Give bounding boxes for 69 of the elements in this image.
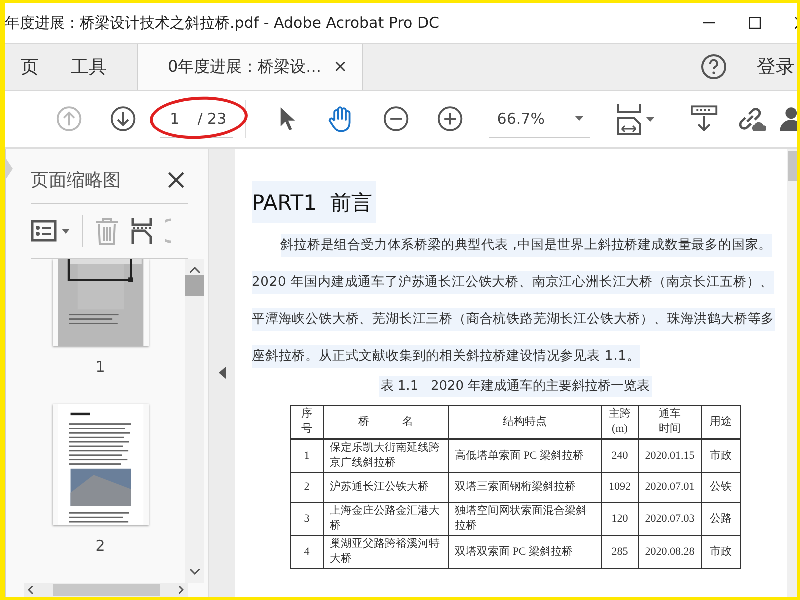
tab-close-button[interactable]: × [333,57,348,77]
tab[interactable]: 0年度进展：桥梁设... × [137,44,363,90]
horizontal-scrollbar[interactable] [24,583,188,597]
zoom-dropdown[interactable]: 66.7% [489,100,590,138]
extract-page-icon[interactable] [131,217,153,245]
zoom-out-icon[interactable] [383,105,410,133]
table-cell: 巢湖亚父路跨裕溪河特大桥 [324,536,448,568]
table-cell: 2020.07.03 [638,502,702,536]
page-count: / 23 [198,110,227,128]
vertical-scrollbar[interactable] [185,259,204,583]
page-number-field[interactable]: 1 [170,110,180,128]
table-cell: 285 [602,536,638,568]
options-dropdown[interactable] [31,220,70,242]
scrollbar-thumb[interactable] [788,151,797,181]
column-header: 主跨(m) [602,406,638,439]
table-cell: 公路 [702,502,740,536]
maximize-icon[interactable] [749,17,761,29]
panel-close-button[interactable]: × [164,166,188,194]
column-header: 序号 [290,406,324,439]
collapse-arrow-icon[interactable] [218,367,226,379]
table-cell: 1092 [602,472,638,502]
hand-icon[interactable] [326,104,354,134]
zoom-in-icon[interactable] [436,105,464,133]
chevron-left-icon[interactable] [28,586,33,594]
table-cell: 市政 [702,439,740,472]
table-caption: 表 1.1 2020 年建成通车的主要斜拉桥一览表 [378,376,652,397]
table-cell: 2 [290,472,324,502]
column-header: 桥 名 [324,406,448,439]
column-header: 结构特点 [448,406,602,439]
table-cell: 240 [602,439,638,472]
help-icon[interactable] [701,54,727,80]
table-cell: 独塔空间网状索面混合梁斜拉桥 [448,502,602,536]
table-cell: 市政 [702,536,740,568]
chevron-down-icon[interactable] [190,569,200,575]
list-icon [31,220,57,242]
chevron-up-icon[interactable] [190,267,200,273]
page-label: 1 [96,358,106,376]
table-cell: 1 [290,439,324,472]
table-cell: 公铁 [702,472,740,502]
tab[interactable]: 页 [5,44,55,90]
caret-icon [62,228,70,234]
download-icon[interactable] [690,104,718,134]
caret-icon [574,116,584,121]
caret-icon[interactable] [646,116,655,122]
column-header: 通车时间 [638,406,702,439]
table-cell: 保定乐凯大街南延线跨京广线斜拉桥 [324,439,448,472]
chevron-right-icon[interactable] [179,586,184,594]
table-cell: 沪苏通长江公铁大桥 [324,472,448,502]
fit-page-icon[interactable] [616,102,642,136]
column-header: 用途 [702,406,740,439]
page-label: 2 [96,537,106,555]
scrollbar-thumb[interactable] [185,275,204,296]
panel-title: 页面缩略图 [31,169,121,192]
table-cell: 双塔双索面 PC 梁斜拉桥 [448,536,602,568]
table-cell: 2020.01.15 [638,439,702,472]
table-cell: 双塔三索面钢桁梁斜拉桥 [448,472,602,502]
table-cell: 2020.08.28 [638,536,702,568]
table-cell: 上海金庄公路金汇港大桥 [324,502,448,536]
table-cell: 120 [602,502,638,536]
scrollbar-thumb[interactable] [52,584,160,596]
tab[interactable]: 工具 [55,44,123,90]
window-title: 年度进展：桥梁设计技术之斜拉桥.pdf - Adobe Acrobat Pro DC [5,14,440,32]
table-cell: 3 [290,502,324,536]
table-cell: 4 [290,536,324,568]
table-cell: 高低塔单索面 PC 梁斜拉桥 [448,439,602,472]
table-cell: 2020.07.01 [638,472,702,502]
vertical-scrollbar[interactable] [787,149,797,597]
section-heading: PART1 前言 [252,181,376,223]
sign-in-link[interactable]: 登录 [757,54,795,80]
